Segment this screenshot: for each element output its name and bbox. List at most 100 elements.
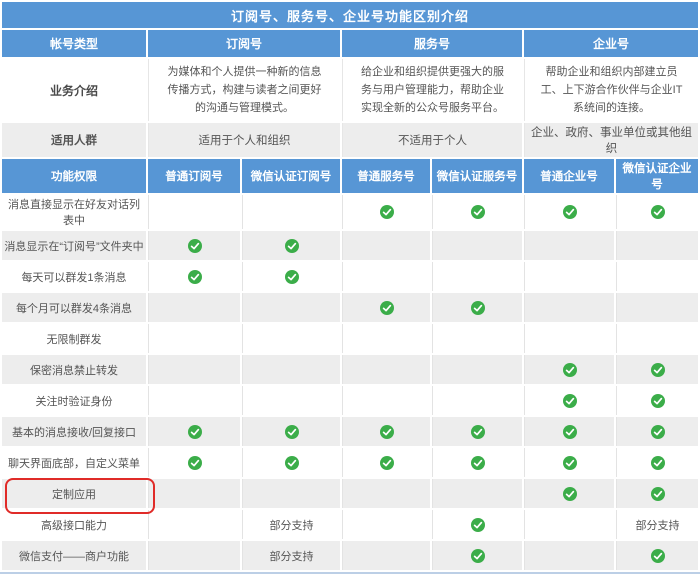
business-intro-row: 业务介绍 为媒体和个人提供一种新的信息传播方式，构建与读者之间更好的沟通与管理模… — [2, 59, 698, 121]
empty-cell — [524, 541, 614, 570]
feature-row: 基本的消息接收/回复接口 — [2, 417, 698, 446]
business-intro-service: 给企业和组织提供更强大的服务与用户管理能力，帮助企业实现全新的公众号服务平台。 — [342, 59, 522, 121]
empty-cell — [432, 355, 522, 384]
empty-cell — [342, 231, 430, 260]
audience-enterprise: 企业、政府、事业单位或其他组织 — [524, 123, 698, 157]
check-icon — [651, 205, 665, 219]
check-icon — [285, 239, 299, 253]
feature-rows: 消息直接显示在好友对话列表中消息显示在“订阅号”文件夹中每天可以群发1条消息每个… — [2, 195, 698, 570]
check-cell — [148, 231, 240, 260]
check-icon — [471, 205, 485, 219]
check-cell — [242, 231, 340, 260]
check-cell — [432, 195, 522, 229]
feature-row: 消息直接显示在好友对话列表中 — [2, 195, 698, 229]
empty-cell — [242, 479, 340, 508]
check-cell — [616, 541, 698, 570]
check-icon — [563, 394, 577, 408]
partial-support-cell: 部分支持 — [242, 541, 340, 570]
empty-cell — [342, 355, 430, 384]
feature-label: 保密消息禁止转发 — [2, 355, 146, 384]
check-cell — [524, 479, 614, 508]
check-cell — [432, 448, 522, 477]
title-row: 订阅号、服务号、企业号功能区别介绍 — [2, 2, 698, 28]
feature-row: 保密消息禁止转发 — [2, 355, 698, 384]
check-icon — [651, 425, 665, 439]
partial-support-cell: 部分支持 — [242, 510, 340, 539]
empty-cell — [524, 510, 614, 539]
empty-cell — [148, 293, 240, 322]
empty-cell — [242, 195, 340, 229]
check-cell — [342, 293, 430, 322]
check-icon — [285, 270, 299, 284]
check-cell — [616, 479, 698, 508]
group-header-service: 服务号 — [342, 30, 522, 57]
business-intro-label: 业务介绍 — [2, 59, 146, 121]
check-cell — [148, 417, 240, 446]
check-cell — [524, 417, 614, 446]
check-icon — [380, 425, 394, 439]
feature-label: 消息显示在“订阅号”文件夹中 — [2, 231, 146, 260]
empty-cell — [616, 293, 698, 322]
feature-label: 消息直接显示在好友对话列表中 — [2, 195, 146, 229]
check-icon — [188, 456, 202, 470]
empty-cell — [342, 510, 430, 539]
feature-row: 消息显示在“订阅号”文件夹中 — [2, 231, 698, 260]
feature-label: 每个月可以群发4条消息 — [2, 293, 146, 322]
check-icon — [285, 425, 299, 439]
feature-label: 无限制群发 — [2, 324, 146, 353]
check-cell — [148, 262, 240, 291]
check-icon — [188, 425, 202, 439]
feature-label: 定制应用 — [2, 479, 146, 508]
check-icon — [563, 425, 577, 439]
check-icon — [380, 205, 394, 219]
check-icon — [188, 239, 202, 253]
check-cell — [616, 195, 698, 229]
check-cell — [242, 448, 340, 477]
column-header-normal-subscription: 普通订阅号 — [148, 159, 240, 193]
empty-cell — [148, 386, 240, 415]
column-header-verified-subscription: 微信认证订阅号 — [242, 159, 340, 193]
check-icon — [471, 549, 485, 563]
check-icon — [651, 487, 665, 501]
empty-cell — [524, 231, 614, 260]
empty-cell — [242, 386, 340, 415]
check-cell — [242, 262, 340, 291]
feature-label: 高级接口能力 — [2, 510, 146, 539]
empty-cell — [616, 324, 698, 353]
empty-cell — [616, 231, 698, 260]
check-icon — [563, 456, 577, 470]
feature-row: 关注时验证身份 — [2, 386, 698, 415]
column-header-normal-service: 普通服务号 — [342, 159, 430, 193]
check-cell — [524, 355, 614, 384]
feature-label: 每天可以群发1条消息 — [2, 262, 146, 291]
empty-cell — [342, 324, 430, 353]
check-icon — [188, 270, 202, 284]
business-intro-enterprise: 帮助企业和组织内部建立员工、上下游合作伙伴与企业IT系统间的连接。 — [524, 59, 698, 121]
business-intro-subscription: 为媒体和个人提供一种新的信息传播方式，构建与读者之间更好的沟通与管理模式。 — [148, 59, 340, 121]
audience-label: 适用人群 — [2, 123, 146, 157]
check-cell — [342, 195, 430, 229]
check-icon — [651, 394, 665, 408]
account-type-header: 帐号类型 — [2, 30, 146, 57]
check-cell — [616, 386, 698, 415]
check-cell — [524, 386, 614, 415]
permissions-header: 功能权限 — [2, 159, 146, 193]
feature-label: 关注时验证身份 — [2, 386, 146, 415]
empty-cell — [148, 479, 240, 508]
check-cell — [242, 417, 340, 446]
check-cell — [432, 417, 522, 446]
check-icon — [471, 456, 485, 470]
audience-subscription: 适用于个人和组织 — [148, 123, 340, 157]
empty-cell — [342, 541, 430, 570]
column-header-normal-enterprise: 普通企业号 — [524, 159, 614, 193]
column-header-verified-service: 微信认证服务号 — [432, 159, 522, 193]
audience-service: 不适用于个人 — [342, 123, 522, 157]
check-cell — [432, 541, 522, 570]
page-title: 订阅号、服务号、企业号功能区别介绍 — [2, 2, 698, 28]
empty-cell — [524, 262, 614, 291]
empty-cell — [616, 262, 698, 291]
empty-cell — [432, 262, 522, 291]
feature-row: 无限制群发 — [2, 324, 698, 353]
check-cell — [432, 510, 522, 539]
empty-cell — [432, 231, 522, 260]
